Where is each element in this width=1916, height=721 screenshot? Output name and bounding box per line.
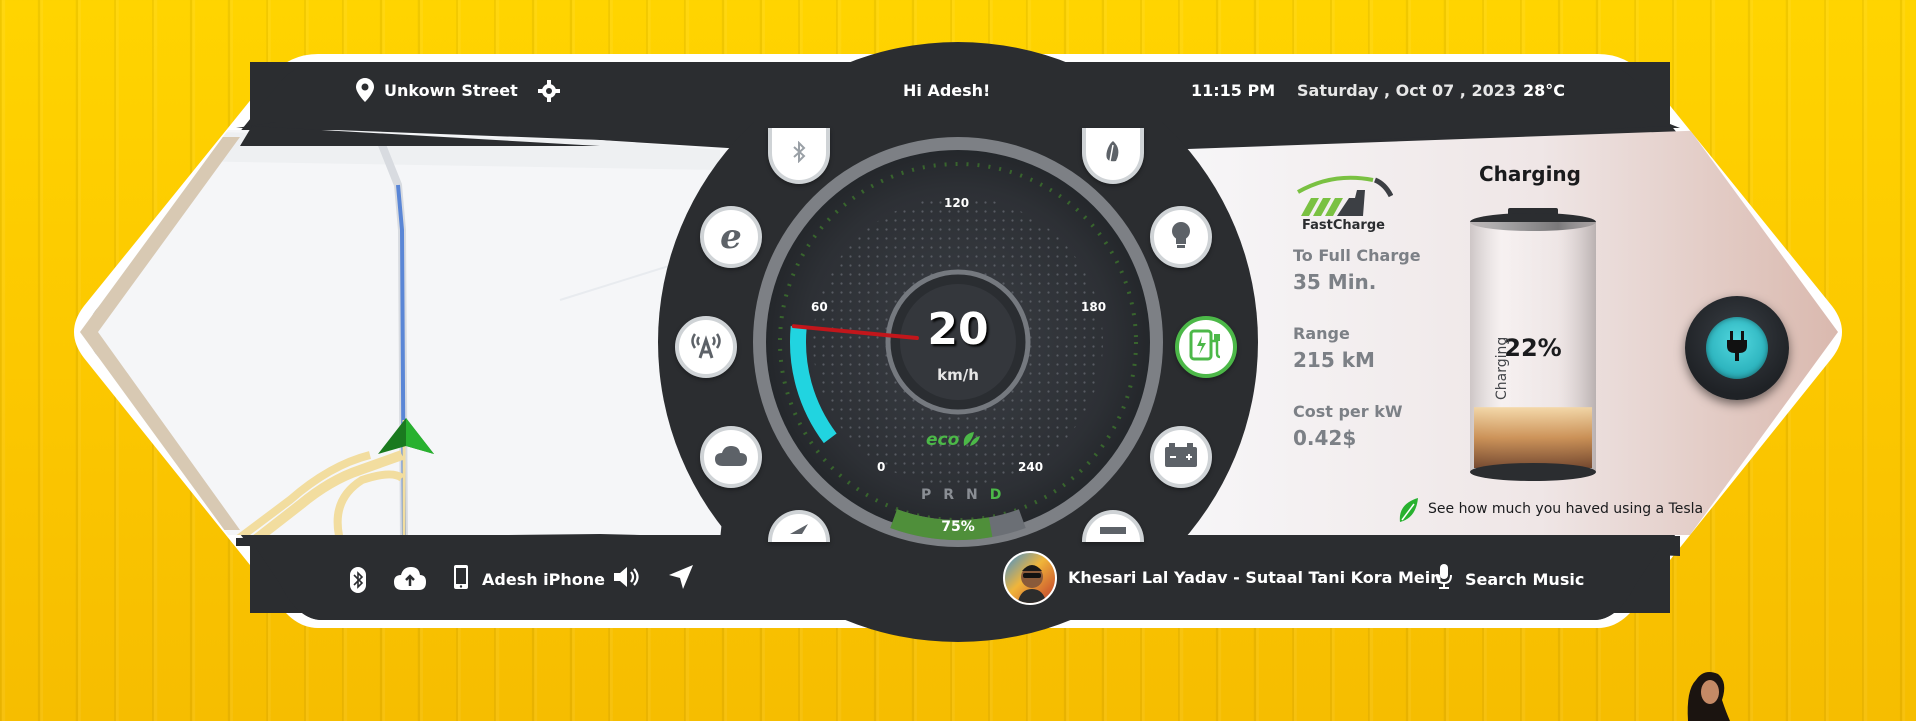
range-label: Range	[1293, 324, 1350, 343]
speed-arc	[790, 325, 837, 444]
bluetooth-icon	[791, 140, 807, 167]
plug-button[interactable]	[1685, 296, 1789, 400]
send-icon	[790, 519, 808, 538]
cloud-upload-icon[interactable]	[394, 566, 426, 594]
weather-button[interactable]	[700, 426, 762, 488]
artist-avatar[interactable]	[1003, 551, 1057, 605]
bluetooth-status-icon[interactable]	[350, 567, 366, 597]
tesla-leaf-icon	[1398, 498, 1420, 526]
now-playing-track[interactable]: Khesari Lal Yadav - Sutaal Tani Kora Mei…	[1068, 568, 1442, 587]
temperature-label: 28°C	[1523, 81, 1566, 100]
fastcharge-brand: FastCharge	[1302, 218, 1385, 233]
tick-label-60: 60	[811, 300, 828, 314]
cost-per-kw-value: 0.42$	[1293, 426, 1357, 450]
antenna-icon	[688, 330, 724, 364]
pedestrian-photo	[1670, 660, 1740, 721]
greeting: Hi Adesh!	[903, 81, 991, 100]
speed-needle	[791, 324, 919, 341]
charging-title: Charging	[1478, 162, 1581, 186]
settings-gear-icon[interactable]	[538, 80, 560, 106]
radio-button[interactable]	[675, 316, 737, 378]
plug-button-inner	[1706, 317, 1768, 379]
tick-label-180: 180	[1081, 300, 1107, 314]
navigation-icon[interactable]	[669, 565, 693, 593]
volume-icon[interactable]	[614, 566, 642, 592]
location-pin-icon	[356, 78, 374, 106]
tray-icon	[1100, 519, 1126, 538]
battery-status: Charging	[1494, 336, 1510, 400]
gear-r[interactable]: R	[943, 487, 954, 503]
ev-charging-button[interactable]	[1175, 316, 1237, 378]
internet-explorer-icon: e	[720, 217, 742, 257]
battery-percent-label: 75%	[941, 519, 975, 535]
eco-leaf-icon	[962, 430, 981, 450]
ev-charger-icon	[1189, 329, 1223, 365]
battery-button[interactable]	[1150, 426, 1212, 488]
tesla-prompt-link[interactable]: See how much you haved using a Tesla	[1428, 501, 1703, 517]
battery-icon	[1165, 443, 1197, 471]
to-full-charge-value: 35 Min.	[1293, 270, 1377, 294]
eco-mode-indicator: eco	[926, 430, 981, 450]
browser-button[interactable]: e	[700, 206, 762, 268]
tick-label-120: 120	[944, 196, 970, 210]
connected-device-label[interactable]: Adesh iPhone	[482, 570, 605, 589]
gear-n[interactable]: N	[966, 487, 978, 503]
speed-value: 20	[927, 304, 989, 355]
tick-label-240: 240	[1018, 460, 1044, 474]
range-value: 215 kM	[1293, 348, 1375, 372]
speedometer	[790, 324, 1026, 540]
speed-unit: km/h	[937, 366, 979, 384]
plug-icon	[1725, 331, 1749, 365]
gear-selector[interactable]: P R N D	[921, 487, 1001, 503]
navigation-arrow-icon	[378, 418, 434, 462]
gear-p[interactable]: P	[921, 487, 931, 503]
tick-label-0: 0	[877, 460, 886, 474]
clock-time: 11:15 PM	[1191, 81, 1276, 100]
date-label: Saturday , Oct 07 , 2023	[1297, 81, 1516, 100]
location-label[interactable]: Unkown Street	[384, 81, 518, 100]
cloud-icon	[715, 444, 747, 470]
bulb-icon	[1170, 221, 1192, 253]
phone-icon	[454, 565, 468, 593]
gear-d[interactable]: D	[990, 487, 1002, 503]
to-full-charge-label: To Full Charge	[1293, 246, 1421, 265]
fastcharge-logo	[1293, 170, 1394, 224]
cost-per-kw-label: Cost per kW	[1293, 402, 1403, 421]
lights-button[interactable]	[1150, 206, 1212, 268]
eco-mode-label: eco	[926, 430, 960, 450]
microphone-icon[interactable]	[1436, 564, 1452, 594]
leaf-icon	[1104, 141, 1122, 167]
search-music-button[interactable]: Search Music	[1465, 570, 1584, 589]
